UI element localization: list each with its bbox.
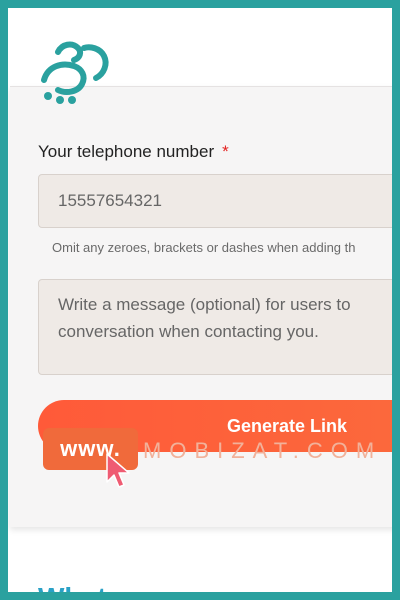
required-asterisk: * — [222, 142, 229, 161]
mobizat-text: MOBIZAT.COM — [143, 438, 383, 463]
screenshot-frame: Your telephone number * 15557654321 Omit … — [0, 0, 400, 600]
cursor-icon — [106, 453, 130, 488]
section-heading: What... ... — [38, 582, 161, 600]
mobizat-watermark: www. MOBIZAT.COM — [43, 428, 383, 488]
logo-icon — [41, 41, 109, 104]
message-placeholder-line1: Write a message (optional) for users to — [58, 295, 351, 314]
phone-input-value: 15557654321 — [58, 191, 163, 210]
phone-label: Your telephone number * — [38, 142, 229, 162]
phone-hint: Omit any zeroes, brackets or dashes when… — [52, 240, 356, 255]
message-textarea[interactable]: Write a message (optional) for users to … — [38, 279, 392, 375]
message-placeholder-line2: conversation when contacting you. — [58, 322, 319, 341]
phone-input[interactable]: 15557654321 — [38, 174, 392, 228]
phone-label-text: Your telephone number — [38, 142, 215, 161]
